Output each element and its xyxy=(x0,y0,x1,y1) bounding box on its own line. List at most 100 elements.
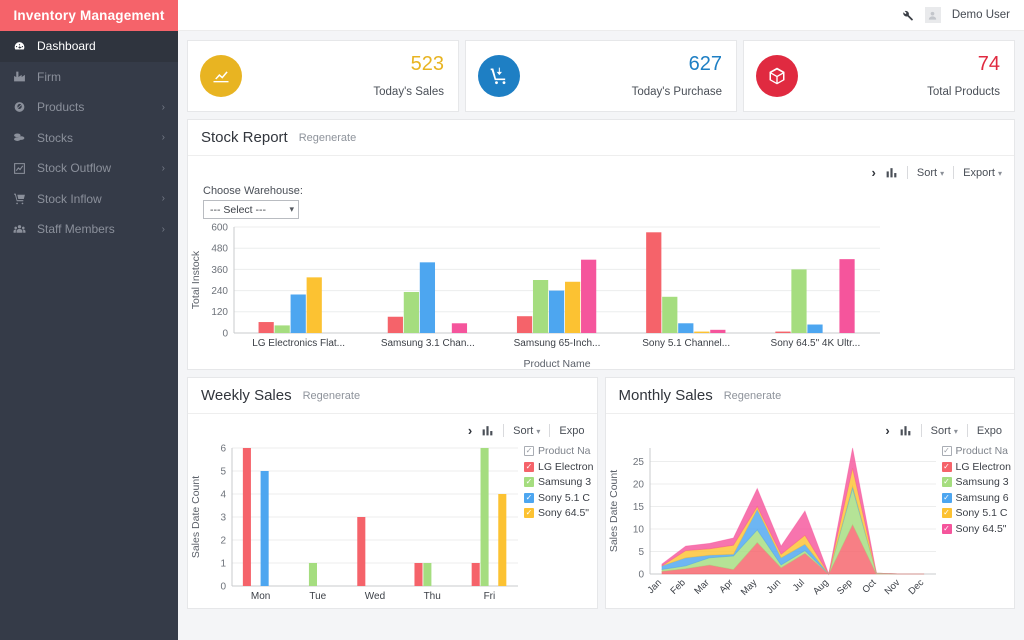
chevron-right-icon: › xyxy=(161,101,165,113)
svg-text:Jan: Jan xyxy=(645,577,664,596)
legend-item-label: Samsung 3 xyxy=(538,476,592,488)
legend-item[interactable]: ✓ Samsung 6 xyxy=(941,492,1018,504)
sort-button[interactable]: Sort ▾ xyxy=(917,167,944,179)
legend-item[interactable]: ✓ LG Electron xyxy=(524,461,596,473)
chevron-right-icon: › xyxy=(161,193,165,205)
sidebar-item-staff-members[interactable]: Staff Members › xyxy=(0,214,178,245)
legend-item-label: Sony 64.5" xyxy=(955,522,1007,535)
svg-text:LG Electronics Flat...: LG Electronics Flat... xyxy=(252,338,345,349)
warehouse-select[interactable]: --- Select --- ▾ xyxy=(203,200,299,219)
svg-text:Samsung 65-Inch...: Samsung 65-Inch... xyxy=(514,338,601,349)
svg-text:2: 2 xyxy=(220,535,226,546)
weekly-sales-legend: ✓ Product Na ✓ LG Electron ✓ Samsung 3 ✓ Sony 5… xyxy=(524,445,596,519)
legend-item[interactable]: ✓ Sony 64.5" xyxy=(524,507,596,519)
weekly-sales-chart: 0 1 2 3 4 5 6 Mon Tue Wed Thu Fri Sales Date Count ✓… xyxy=(188,440,597,608)
chevron-down-icon: ▾ xyxy=(953,426,958,436)
legend-item[interactable]: ✓ Sony 5.1 C xyxy=(524,492,596,504)
sort-button[interactable]: Sort ▾ xyxy=(931,425,958,437)
bar-chart-icon[interactable] xyxy=(899,424,912,437)
export-button[interactable]: Expo xyxy=(559,425,584,437)
legend-item[interactable]: ✓ LG Electron xyxy=(941,461,1018,473)
sidebar-item-products[interactable]: Products › xyxy=(0,92,178,123)
sort-button[interactable]: Sort ▾ xyxy=(513,425,540,437)
stat-text: 627 Today's Purchase xyxy=(530,54,722,99)
svg-text:Apr: Apr xyxy=(717,577,735,595)
checkbox-icon: ✓ xyxy=(941,446,952,456)
legend-item[interactable]: ✓ Samsung 3 xyxy=(941,476,1018,488)
svg-text:Sony 64.5" 4K Ultr...: Sony 64.5" 4K Ultr... xyxy=(771,338,861,349)
svg-text:Wed: Wed xyxy=(365,591,385,602)
sidebar-item-dashboard[interactable]: Dashboard xyxy=(0,31,178,62)
export-button[interactable]: Export ▾ xyxy=(963,167,1002,179)
svg-text:10: 10 xyxy=(632,524,644,535)
checkbox-icon: ✓ xyxy=(941,523,952,534)
legend-title-label: Product Na xyxy=(955,445,1009,457)
toolbar-divider xyxy=(549,424,551,437)
checkbox-icon: ✓ xyxy=(524,461,534,472)
checkbox-icon: ✓ xyxy=(941,492,952,503)
svg-text:480: 480 xyxy=(211,244,228,255)
legend-item-label: LG Electron xyxy=(538,460,594,473)
svg-text:5: 5 xyxy=(220,466,226,477)
sidebar-item-stocks[interactable]: Stocks › xyxy=(0,123,178,154)
legend-item[interactable]: ✓ Sony 64.5" xyxy=(941,522,1018,535)
checkbox-icon: ✓ xyxy=(941,477,952,487)
svg-text:5: 5 xyxy=(638,547,644,558)
toolbar-divider xyxy=(906,166,908,179)
regenerate-button[interactable]: Regenerate xyxy=(299,132,357,144)
stock-report-chart: 0 120 240 360 480 600 LG Electronics Flat... Sa… xyxy=(188,219,1014,370)
svg-text:May: May xyxy=(738,577,759,598)
svg-text:Samsung 3.1 Chan...: Samsung 3.1 Chan... xyxy=(381,338,475,349)
svg-text:Sales Date Count: Sales Date Count xyxy=(190,476,202,558)
checkbox-icon: ✓ xyxy=(941,461,952,472)
cart-icon xyxy=(13,192,37,205)
cube-icon xyxy=(756,55,798,97)
panel-title: Stock Report xyxy=(201,129,288,146)
chevron-right-icon[interactable]: › xyxy=(468,423,472,438)
bar-chart-icon[interactable] xyxy=(481,424,494,437)
sidebar-item-stock-inflow[interactable]: Stock Inflow › xyxy=(0,184,178,215)
avatar-icon[interactable] xyxy=(924,7,941,23)
stat-card-today-s-sales[interactable]: 523 Today's Sales xyxy=(187,40,459,112)
svg-text:3: 3 xyxy=(220,512,226,523)
weekly-sales-panel: Weekly Sales Regenerate › Sort ▾ Expo 0 … xyxy=(187,377,598,609)
dashboard-icon xyxy=(13,40,37,53)
chart-line-icon xyxy=(13,162,37,175)
weekly-sales-header: Weekly Sales Regenerate xyxy=(188,378,597,414)
legend-title[interactable]: ✓ Product Na xyxy=(941,445,1018,457)
stat-label: Today's Purchase xyxy=(631,86,722,98)
checkbox-icon: ✓ xyxy=(524,508,534,518)
regenerate-button[interactable]: Regenerate xyxy=(303,390,361,402)
user-name[interactable]: Demo User xyxy=(952,9,1010,21)
sidebar-item-stock-outflow[interactable]: Stock Outflow › xyxy=(0,153,178,184)
legend-title[interactable]: ✓ Product Na xyxy=(524,445,596,457)
stat-value: 523 xyxy=(410,53,444,75)
svg-text:Sep: Sep xyxy=(834,577,854,597)
chevron-right-icon[interactable]: › xyxy=(872,165,876,180)
svg-text:Tue: Tue xyxy=(309,591,326,602)
stat-card-today-s-purchase[interactable]: 627 Today's Purchase xyxy=(465,40,737,112)
bar-chart-icon[interactable] xyxy=(885,166,898,179)
svg-text:6: 6 xyxy=(220,443,226,454)
chevron-right-icon: › xyxy=(161,132,165,144)
sidebar-item-firm[interactable]: Firm xyxy=(0,62,178,93)
legend-item[interactable]: ✓ Sony 5.1 C xyxy=(941,507,1018,519)
stat-card-total-products[interactable]: 74 Total Products xyxy=(743,40,1015,112)
export-button[interactable]: Expo xyxy=(977,425,1002,437)
svg-text:Total Instock: Total Instock xyxy=(190,250,202,309)
coins-icon xyxy=(13,131,37,144)
toolbar-divider xyxy=(966,424,968,437)
svg-text:0: 0 xyxy=(638,569,644,580)
regenerate-button[interactable]: Regenerate xyxy=(724,390,782,402)
svg-text:240: 240 xyxy=(211,286,228,297)
legend-item[interactable]: ✓ Samsung 3 xyxy=(524,476,596,488)
stock-report-toolbar: › Sort ▾ Export ▾ xyxy=(188,156,1014,182)
legend-item-label: Sony 5.1 C xyxy=(538,491,590,504)
wrench-icon[interactable] xyxy=(901,9,914,22)
cart-down-icon xyxy=(478,55,520,97)
svg-text:Jun: Jun xyxy=(764,577,783,596)
chevron-down-icon: ▾ xyxy=(536,426,541,436)
chevron-right-icon[interactable]: › xyxy=(885,423,889,438)
checkbox-icon: ✓ xyxy=(524,492,534,503)
sidebar-item-label: Stock Outflow xyxy=(37,161,112,176)
